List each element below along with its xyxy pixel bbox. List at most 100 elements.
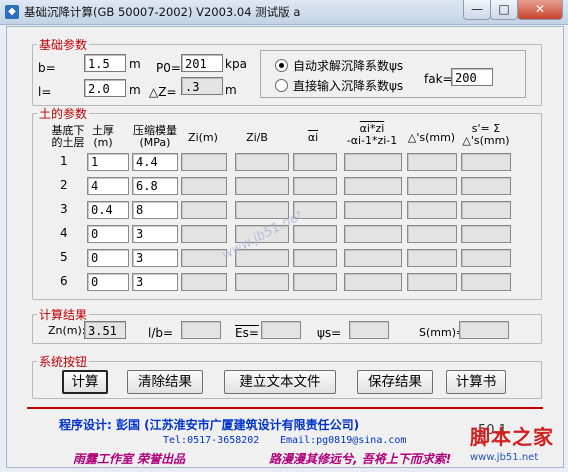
header-alpha: αi — [307, 131, 319, 144]
row-number: 1 — [60, 154, 68, 168]
thickness-input[interactable]: 0.4 — [87, 201, 129, 219]
result-cell — [293, 249, 337, 267]
es-label: Es= — [235, 326, 259, 340]
header-modulus: 压缩模量 (MPa) — [133, 124, 177, 149]
row-number: 5 — [60, 250, 68, 264]
report-button[interactable]: 计算书 — [446, 370, 506, 394]
thickness-input[interactable]: 1 — [87, 153, 129, 171]
result-cell — [344, 153, 402, 171]
modulus-input[interactable]: 8 — [132, 201, 178, 219]
result-cell — [344, 249, 402, 267]
thickness-input[interactable]: 4 — [87, 177, 129, 195]
es-output — [261, 321, 301, 339]
foundation-legend: 基础参数 — [39, 38, 88, 52]
p0-unit: kpa — [225, 57, 247, 71]
row-number: 4 — [60, 226, 68, 240]
save-results-button[interactable]: 保存结果 — [357, 370, 433, 394]
result-cell — [407, 201, 457, 219]
fak-input[interactable]: 200 — [451, 68, 493, 86]
p0-input[interactable]: 201 — [181, 54, 223, 72]
header-zib: Zi/B — [246, 131, 268, 144]
header-delta-s: △'s(mm) — [407, 131, 456, 144]
result-cell — [407, 153, 457, 171]
result-cell — [461, 177, 511, 195]
calculate-button[interactable]: 计算 — [62, 370, 108, 394]
header-zi: Zi(m) — [188, 131, 218, 144]
thickness-input[interactable]: 0 — [87, 249, 129, 267]
result-cell — [181, 201, 227, 219]
result-cell — [344, 225, 402, 243]
thickness-input[interactable]: 0 — [87, 225, 129, 243]
modulus-input[interactable]: 3 — [132, 225, 178, 243]
result-cell — [461, 153, 511, 171]
header-thickness: 土厚 (m) — [92, 124, 114, 149]
studio-credit: 雨露工作室 荣誉出品 — [73, 452, 186, 466]
b-unit: m — [129, 57, 141, 71]
row-number: 6 — [60, 274, 68, 288]
dz-unit: m — [225, 83, 237, 97]
email-info: Email:pg0819@sina.com — [280, 435, 407, 446]
fak-label: fak= — [424, 72, 453, 86]
header-layer: 基底下 的土层 — [51, 124, 85, 149]
watermark-url: www.jb51.net — [470, 452, 539, 463]
result-cell — [235, 273, 289, 291]
footer-divider — [27, 407, 543, 409]
main-window: 基础参数 b= 1.5 m P0= 201 kpa l= 2.0 m △Z= .… — [6, 26, 564, 468]
result-cell — [293, 177, 337, 195]
result-cell — [461, 225, 511, 243]
modulus-input[interactable]: 6.8 — [132, 177, 178, 195]
radio-auto-psi[interactable] — [275, 59, 288, 72]
modulus-input[interactable]: 3 — [132, 249, 178, 267]
radio-manual-psi[interactable] — [275, 79, 288, 92]
app-icon: ◆ — [5, 5, 19, 19]
maximize-button[interactable]: □ — [490, 0, 518, 20]
row-number: 2 — [60, 178, 68, 192]
tel-info: Tel:0517-3658202 — [163, 435, 260, 446]
header-alpha-diff: αi*zi -αi-1*zi-1 — [346, 122, 398, 147]
result-cell — [407, 273, 457, 291]
dz-input[interactable]: .3 — [181, 77, 223, 95]
modulus-input[interactable]: 4.4 — [132, 153, 178, 171]
l-unit: m — [129, 83, 141, 97]
create-text-file-button[interactable]: 建立文本文件 — [224, 370, 336, 394]
close-button[interactable]: ✕ — [517, 0, 563, 20]
result-cell — [461, 249, 511, 267]
result-cell — [181, 225, 227, 243]
p0-label: P0= — [156, 61, 181, 75]
result-cell — [407, 177, 457, 195]
header-s-sum: s'= Σ △'s(mm) — [462, 122, 510, 147]
result-cell — [407, 225, 457, 243]
buttons-legend: 系统按钮 — [39, 355, 88, 369]
thickness-input[interactable]: 0 — [87, 273, 129, 291]
result-cell — [235, 153, 289, 171]
minimize-button[interactable]: — — [463, 0, 491, 20]
lb-label: l/b= — [148, 326, 174, 340]
result-cell — [181, 273, 227, 291]
radio-auto-label[interactable]: 自动求解沉降系数ψs — [293, 57, 403, 74]
results-legend: 计算结果 — [39, 308, 88, 322]
zn-label: Zn(m): — [48, 324, 86, 337]
b-input[interactable]: 1.5 — [84, 54, 126, 72]
result-cell — [181, 153, 227, 171]
watermark-logo: 脚本之家 — [470, 425, 554, 449]
result-cell — [407, 249, 457, 267]
result-cell — [344, 273, 402, 291]
lb-output — [181, 321, 221, 339]
l-input[interactable]: 2.0 — [84, 79, 126, 97]
s-output — [459, 321, 509, 339]
soil-legend: 土的参数 — [39, 107, 88, 121]
psi-output — [349, 321, 389, 339]
dz-label: △Z= — [149, 85, 177, 99]
l-label: l= — [38, 85, 52, 99]
modulus-input[interactable]: 3 — [132, 273, 178, 291]
radio-manual-label[interactable]: 直接输入沉降系数ψs — [293, 77, 403, 94]
motto: 路漫漫其修远兮, 吾将上下而求索! — [269, 452, 452, 466]
result-cell — [344, 177, 402, 195]
result-cell — [293, 153, 337, 171]
result-cell — [181, 177, 227, 195]
result-cell — [344, 201, 402, 219]
window-title: 基础沉降计算(GB 50007-2002) V2003.04 测试版 a — [24, 5, 301, 19]
result-cell — [293, 273, 337, 291]
clear-results-button[interactable]: 清除结果 — [127, 370, 203, 394]
title-bar[interactable]: ◆ 基础沉降计算(GB 50007-2002) V2003.04 测试版 a —… — [0, 0, 568, 25]
